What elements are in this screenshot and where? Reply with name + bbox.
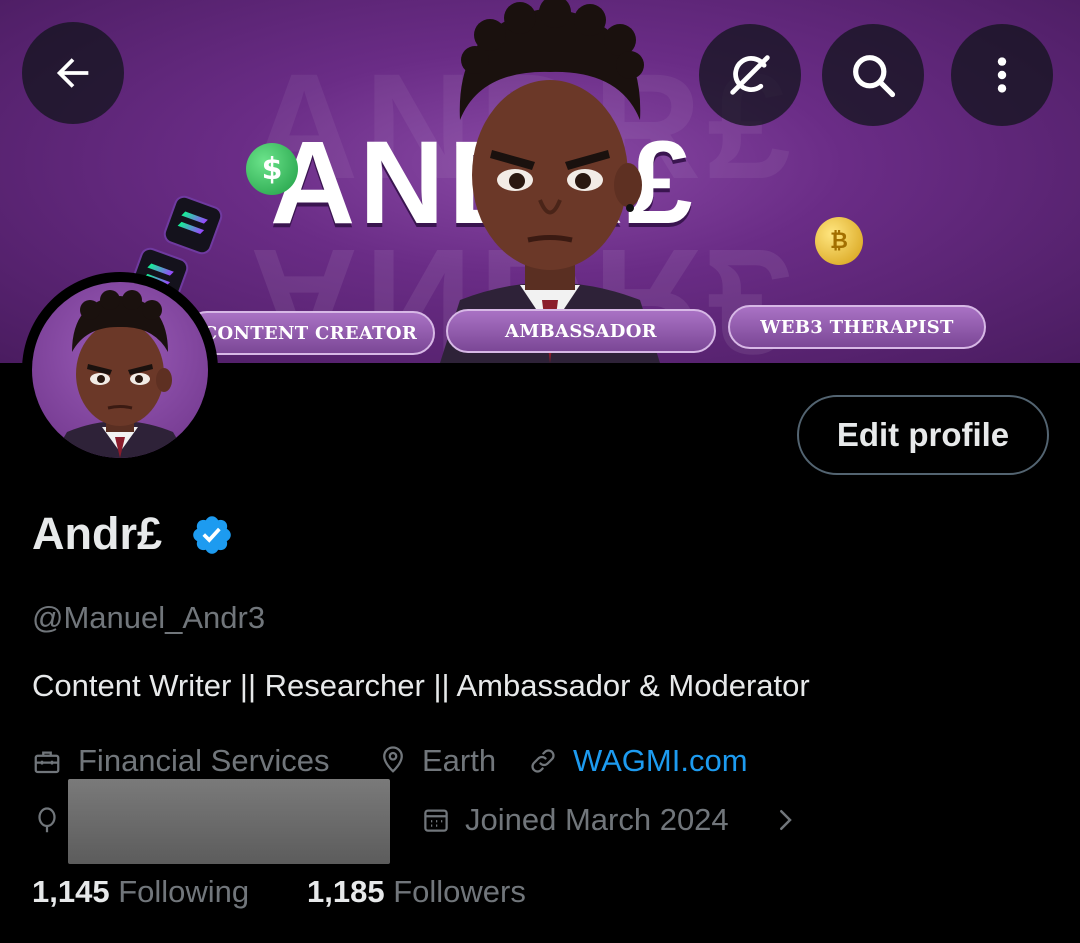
profile-location: Earth (422, 743, 497, 778)
profile-avatar[interactable] (22, 272, 218, 468)
avatar-image (32, 282, 208, 458)
dollar-coin-icon: $ (246, 143, 298, 195)
search-button[interactable] (822, 24, 924, 126)
search-icon (853, 55, 896, 98)
joined-date: Joined March 2024 (465, 802, 729, 837)
chevron-right-icon[interactable] (770, 805, 800, 835)
location-pin-icon (383, 746, 403, 773)
briefcase-icon (34, 751, 60, 774)
link-icon (531, 749, 555, 773)
following-label: Following (118, 874, 250, 909)
arrow-left-icon (56, 58, 89, 88)
banner-tag: WEB3 THERAPIST (728, 305, 986, 349)
followers-count: 1,185 (307, 874, 385, 909)
redacted-area (68, 779, 390, 864)
following-count: 1,145 (32, 874, 110, 909)
grok-icon (730, 55, 770, 95)
gold-coin-icon: ₿ (815, 217, 863, 265)
profile-website-link[interactable]: WAGMI.com (573, 743, 748, 779)
more-options-button[interactable] (951, 24, 1053, 126)
verified-badge-icon[interactable] (190, 513, 234, 557)
followers-label: Followers (393, 874, 526, 909)
calendar-icon (424, 809, 448, 832)
profile-category: Financial Services (78, 743, 330, 778)
following-stat[interactable]: 1,145 Following (32, 874, 249, 910)
birthday-balloon-icon (38, 807, 56, 833)
user-handle: @Manuel_Andr3 (32, 600, 266, 635)
grok-button[interactable] (699, 24, 801, 126)
more-vertical-icon (997, 57, 1007, 93)
back-button[interactable] (22, 22, 124, 124)
edit-profile-button[interactable]: Edit profile (797, 395, 1049, 475)
followers-stat[interactable]: 1,185 Followers (307, 874, 526, 910)
banner-tag: AMBASSADOR (446, 309, 716, 353)
profile-bio: Content Writer || Researcher || Ambassad… (32, 668, 810, 703)
display-name: Andr£ (32, 508, 163, 559)
banner-tag: CONTENT CREATOR (185, 311, 435, 355)
solana-token-icon (160, 192, 226, 258)
